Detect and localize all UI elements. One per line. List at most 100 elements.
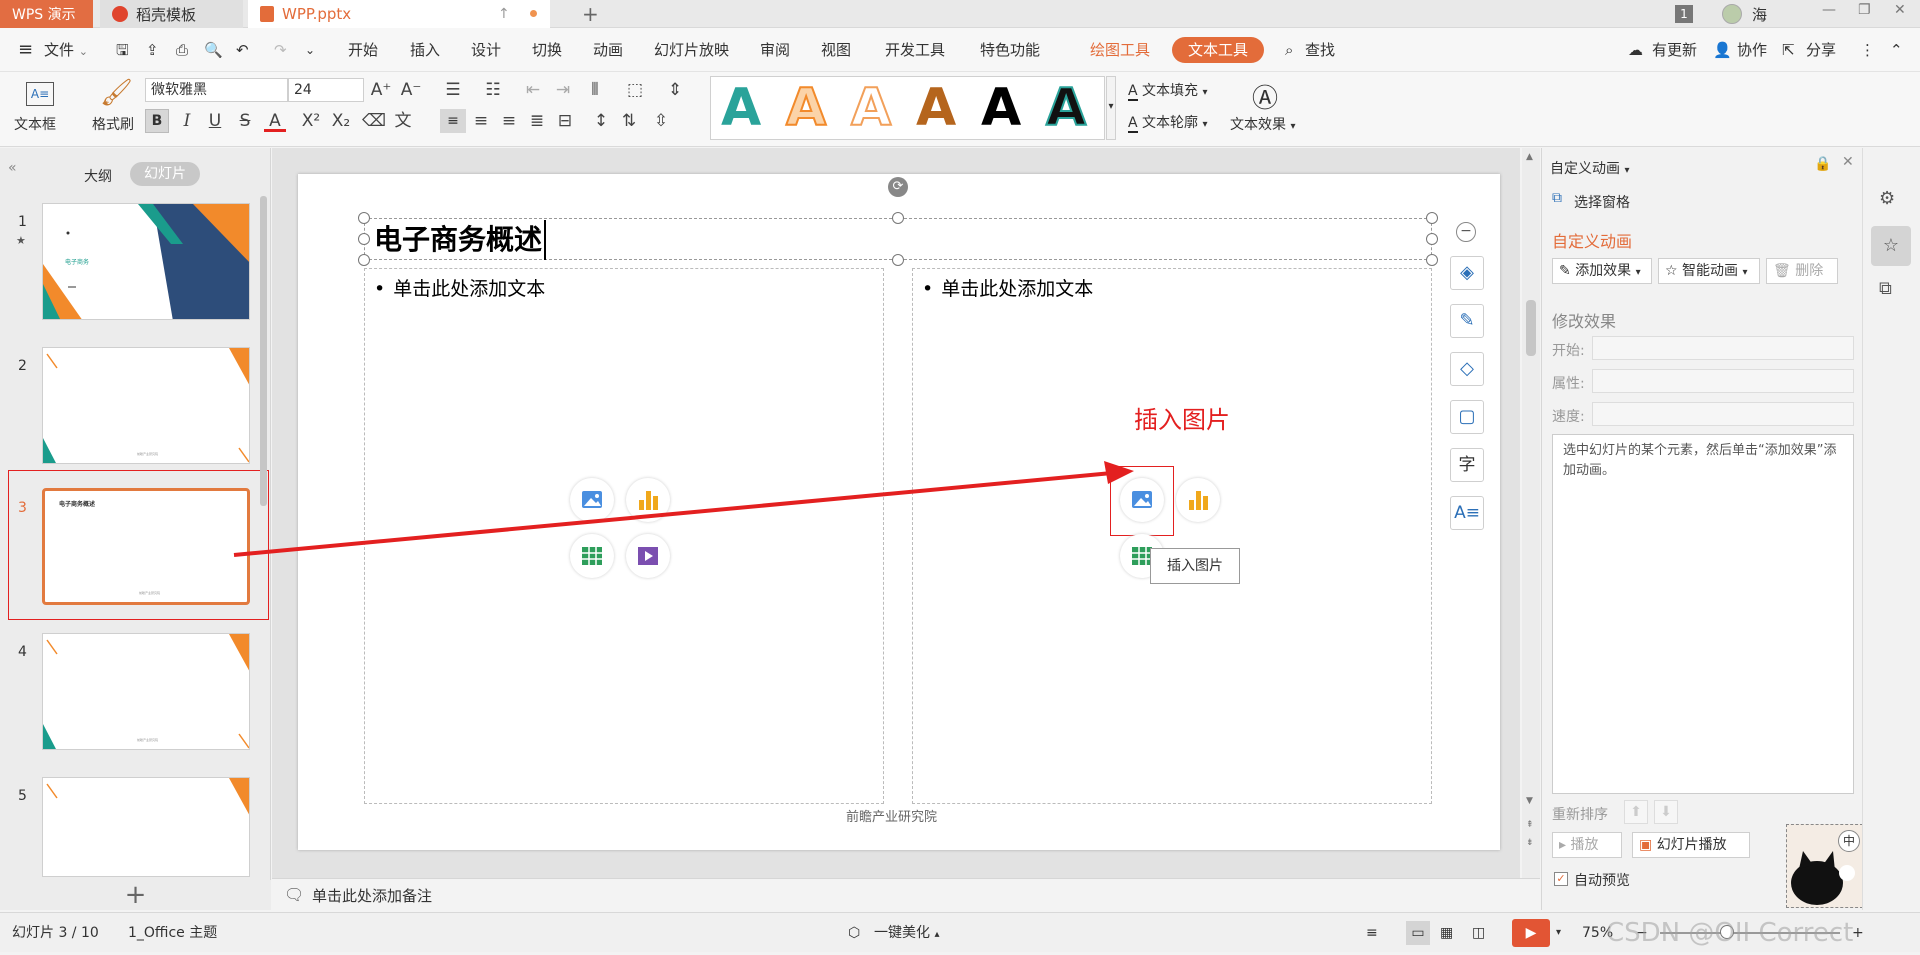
menu-animation[interactable]: 动画: [593, 28, 623, 72]
auto-preview-checkbox[interactable]: ✓: [1554, 872, 1568, 886]
wordart-style-black[interactable]: A: [981, 79, 1021, 137]
font-size-select[interactable]: 24: [288, 78, 364, 102]
canvas-vscrollbar[interactable]: [1522, 148, 1540, 878]
close-icon[interactable]: ✕: [1894, 2, 1906, 18]
start-select[interactable]: [1592, 336, 1854, 360]
spacing-more-icon[interactable]: ⇳: [650, 110, 672, 132]
menu-review[interactable]: 审阅: [760, 28, 790, 72]
scroll-down-arrow[interactable]: ▼: [1526, 796, 1533, 806]
brush-tool[interactable]: ✎: [1450, 304, 1484, 338]
phonetic-icon[interactable]: 文: [392, 110, 414, 132]
slide-title[interactable]: 电子商务概述: [374, 220, 547, 260]
menu-slideshow[interactable]: 幻灯片放映: [654, 28, 729, 72]
align-text-icon[interactable]: ⇕: [664, 79, 686, 101]
resize-handle-bl[interactable]: [358, 254, 370, 266]
menu-insert[interactable]: 插入: [410, 28, 440, 72]
text-fill-button[interactable]: A 文本填充 ▾: [1128, 80, 1208, 101]
properties-icon[interactable]: ⚙: [1879, 188, 1895, 209]
collapse-float-icon[interactable]: −: [1456, 222, 1476, 242]
animation-list[interactable]: 选中幻灯片的某个元素，然后单击“添加效果”添加动画。: [1552, 434, 1854, 794]
selection-pane-link[interactable]: 选择窗格: [1574, 192, 1630, 212]
italic-button[interactable]: I: [176, 110, 198, 132]
distribute-icon[interactable]: ⊟: [554, 110, 576, 132]
transition-icon[interactable]: ⧉: [1879, 278, 1892, 299]
slide-thumb-1[interactable]: 电子商务: [42, 203, 250, 320]
insert-video-button-left[interactable]: [626, 534, 670, 578]
menu-text-tools[interactable]: 文本工具: [1172, 37, 1264, 63]
align-right-icon[interactable]: ≡: [498, 110, 520, 132]
minimize-icon[interactable]: —: [1822, 2, 1836, 18]
new-tab-button[interactable]: +: [570, 0, 599, 28]
property-select[interactable]: [1592, 369, 1854, 393]
panel-close-icon[interactable]: ✕: [1842, 154, 1854, 170]
format-painter-icon[interactable]: 🖌: [100, 78, 133, 108]
restore-icon[interactable]: ❐: [1858, 2, 1871, 18]
quick-access-more-icon[interactable]: ⌄: [305, 28, 315, 72]
insert-table-button-left[interactable]: [570, 534, 614, 578]
slide-thumb-5[interactable]: [42, 777, 250, 877]
add-effect-button[interactable]: ✎ 添加效果 ▾: [1552, 258, 1652, 284]
speed-select[interactable]: [1592, 402, 1854, 426]
menu-share[interactable]: 分享: [1806, 28, 1836, 72]
panel-header-dropdown[interactable]: 自定义动画 ▾: [1550, 158, 1629, 178]
menu-update[interactable]: 有更新: [1652, 28, 1697, 72]
subscript-icon[interactable]: X₂: [330, 110, 352, 132]
canvas-scroll-thumb[interactable]: [1526, 300, 1536, 356]
insert-chart-button-right[interactable]: [1176, 478, 1220, 522]
left-content-placeholder[interactable]: [364, 268, 884, 804]
bold-button[interactable]: B: [145, 109, 169, 133]
move-up-button[interactable]: ⬆: [1624, 800, 1648, 824]
border-tool[interactable]: ▢: [1450, 400, 1484, 434]
next-slide-arrow[interactable]: ⇟: [1526, 838, 1534, 848]
move-down-button[interactable]: ⬇: [1654, 800, 1678, 824]
search-icon[interactable]: ⌕: [1285, 28, 1293, 72]
upload-icon[interactable]: ↑: [498, 6, 510, 22]
menu-file[interactable]: 文件 ⌄: [44, 28, 88, 72]
ime-indicator[interactable]: 中: [1838, 830, 1860, 852]
numbered-list-icon[interactable]: ☷: [482, 79, 504, 101]
wordart-style-orange-outline[interactable]: A: [785, 78, 827, 138]
right-content-placeholder[interactable]: [912, 268, 1432, 804]
wordart-style-brown[interactable]: A: [916, 79, 956, 137]
beautify-button[interactable]: 一键美化 ▴: [874, 913, 939, 953]
slide-canvas[interactable]: 电子商务概述 ⟳ • 单击此处添加文本 • 单击此处添加文本 插入图片 插入图片 前…: [298, 174, 1500, 850]
custom-animation-icon[interactable]: ☆: [1871, 226, 1911, 266]
para-spacing-icon[interactable]: ⇅: [618, 110, 640, 132]
text-effect-button[interactable]: 文本效果 ▾: [1230, 114, 1295, 134]
outline-tab[interactable]: 大纲: [84, 166, 112, 186]
add-slide-button[interactable]: +: [0, 880, 271, 910]
resize-handle-ml[interactable]: [358, 233, 370, 245]
align-left-button[interactable]: ≡: [440, 109, 466, 133]
notes-bar[interactable]: 🗨 单击此处添加备注: [272, 878, 1540, 910]
text-direction-icon[interactable]: ⬚: [624, 79, 646, 101]
print-icon[interactable]: ⎙: [176, 28, 188, 72]
layers-tool[interactable]: ◈: [1450, 256, 1484, 290]
export-icon[interactable]: ⇪: [146, 28, 159, 72]
tab-wpp-file[interactable]: WPP.pptx ↑: [248, 0, 550, 28]
play-button[interactable]: ▸ 播放: [1552, 832, 1622, 858]
format-painter-button[interactable]: 格式刷: [92, 114, 134, 134]
slide-sorter-icon[interactable]: ▦: [1440, 913, 1453, 953]
decrease-indent-icon[interactable]: ⇤: [522, 79, 544, 101]
hamburger-icon[interactable]: ≡: [18, 28, 33, 72]
rotate-handle-icon[interactable]: ⟳: [888, 177, 908, 197]
text-style-tool[interactable]: A≡: [1450, 496, 1484, 530]
wordart-style-teal[interactable]: A: [721, 79, 761, 137]
slide-thumb-2[interactable]: 前瞻产业研究院: [42, 347, 250, 464]
more-icon[interactable]: ⋮: [1860, 28, 1875, 72]
avatar[interactable]: [1722, 4, 1742, 24]
lock-icon[interactable]: 🔒: [1814, 156, 1831, 172]
notes-toggle-icon[interactable]: ≡: [1366, 913, 1378, 953]
menu-search[interactable]: 查找: [1305, 28, 1335, 72]
normal-view-button[interactable]: ▭: [1406, 921, 1430, 945]
insert-picture-button-left[interactable]: [570, 478, 614, 522]
slide-pane-scrollbar[interactable]: [260, 196, 267, 506]
text-outline-button[interactable]: A 文本轮廓 ▾: [1128, 112, 1208, 133]
grow-font-icon[interactable]: A⁺: [370, 79, 392, 101]
zoom-in-icon[interactable]: +: [1852, 913, 1864, 953]
collapse-ribbon-icon[interactable]: ⌃: [1890, 28, 1903, 72]
resize-handle-tl[interactable]: [358, 212, 370, 224]
save-icon[interactable]: 🖫: [116, 28, 129, 72]
tab-wps[interactable]: WPS 演示: [0, 0, 93, 28]
slide-thumb-4[interactable]: 前瞻产业研究院: [42, 633, 250, 750]
